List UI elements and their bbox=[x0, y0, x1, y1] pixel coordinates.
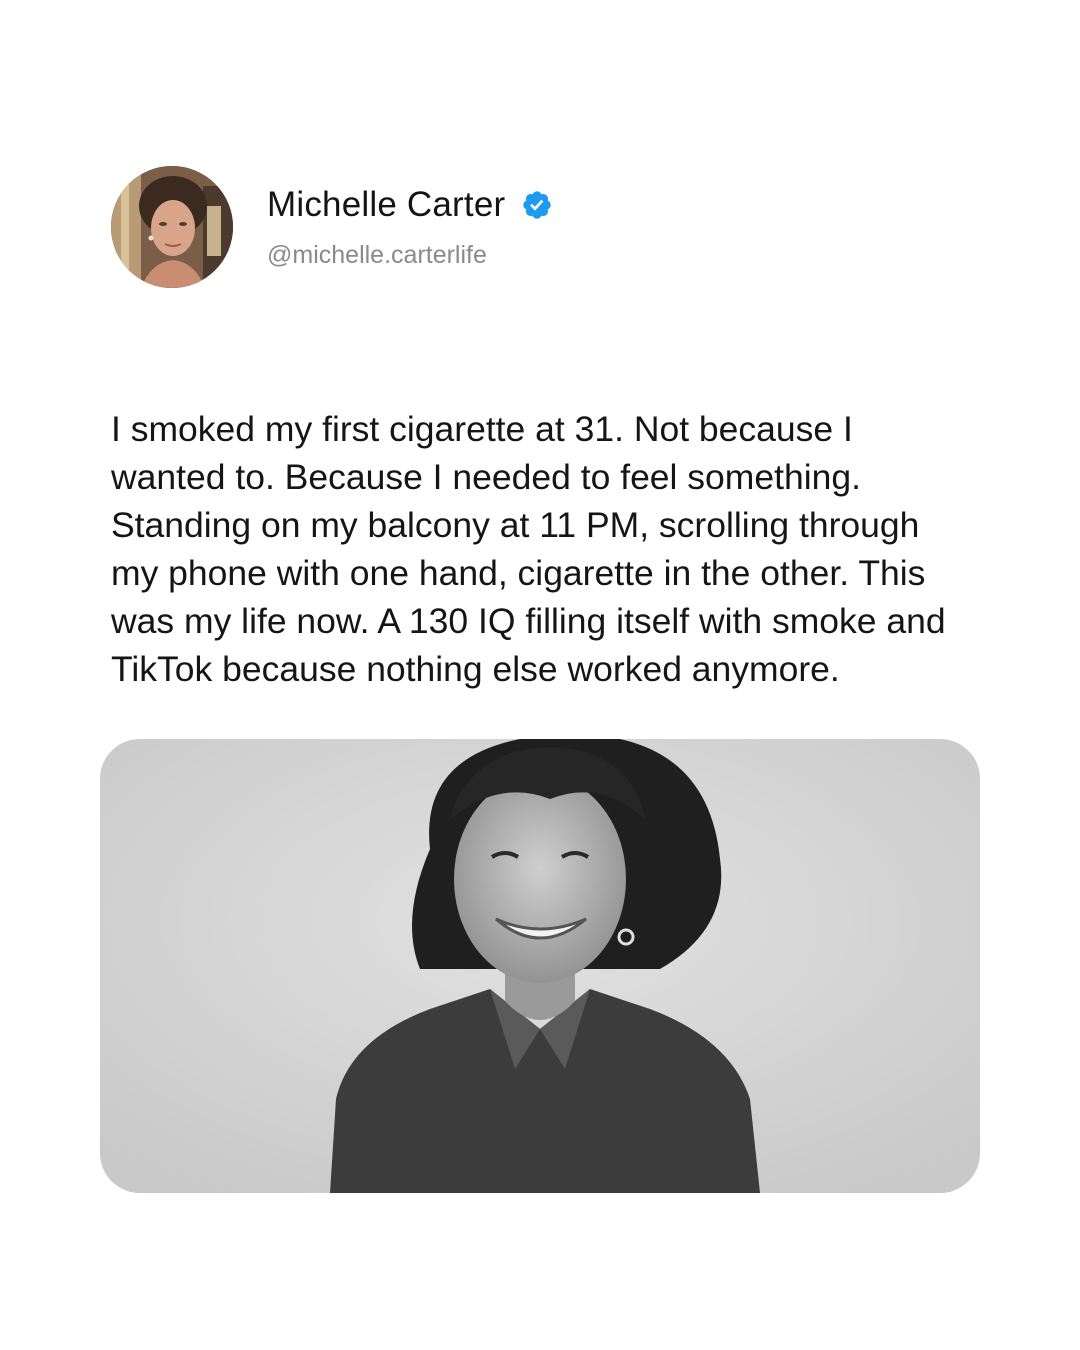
post-media-photo[interactable] bbox=[100, 739, 980, 1193]
post-text-line: TikTok because nothing else worked anymo… bbox=[111, 649, 840, 689]
author-handle[interactable]: @michelle.carterlife bbox=[267, 238, 487, 272]
post-text-line: I smoked my first cigarette at 31. Not b… bbox=[111, 409, 853, 449]
post-text: I smoked my first cigarette at 31. Not b… bbox=[111, 405, 1051, 693]
post-text-line: wanted to. Because I needed to feel some… bbox=[111, 457, 861, 497]
avatar-photo-icon bbox=[111, 166, 233, 288]
author-avatar[interactable] bbox=[111, 166, 233, 288]
post-card: Michelle Carter @michelle.carterlife I s… bbox=[0, 0, 1080, 1350]
author-name-row: Michelle Carter bbox=[267, 182, 553, 228]
post-text-line: was my life now. A 130 IQ filling itself… bbox=[111, 601, 946, 641]
post-text-line: Standing on my balcony at 11 PM, scrolli… bbox=[111, 505, 920, 545]
author-name[interactable]: Michelle Carter bbox=[267, 182, 505, 228]
verified-badge-icon bbox=[523, 191, 552, 219]
post-text-line: my phone with one hand, cigarette in the… bbox=[111, 553, 926, 593]
portrait-photo-icon bbox=[100, 739, 980, 1193]
